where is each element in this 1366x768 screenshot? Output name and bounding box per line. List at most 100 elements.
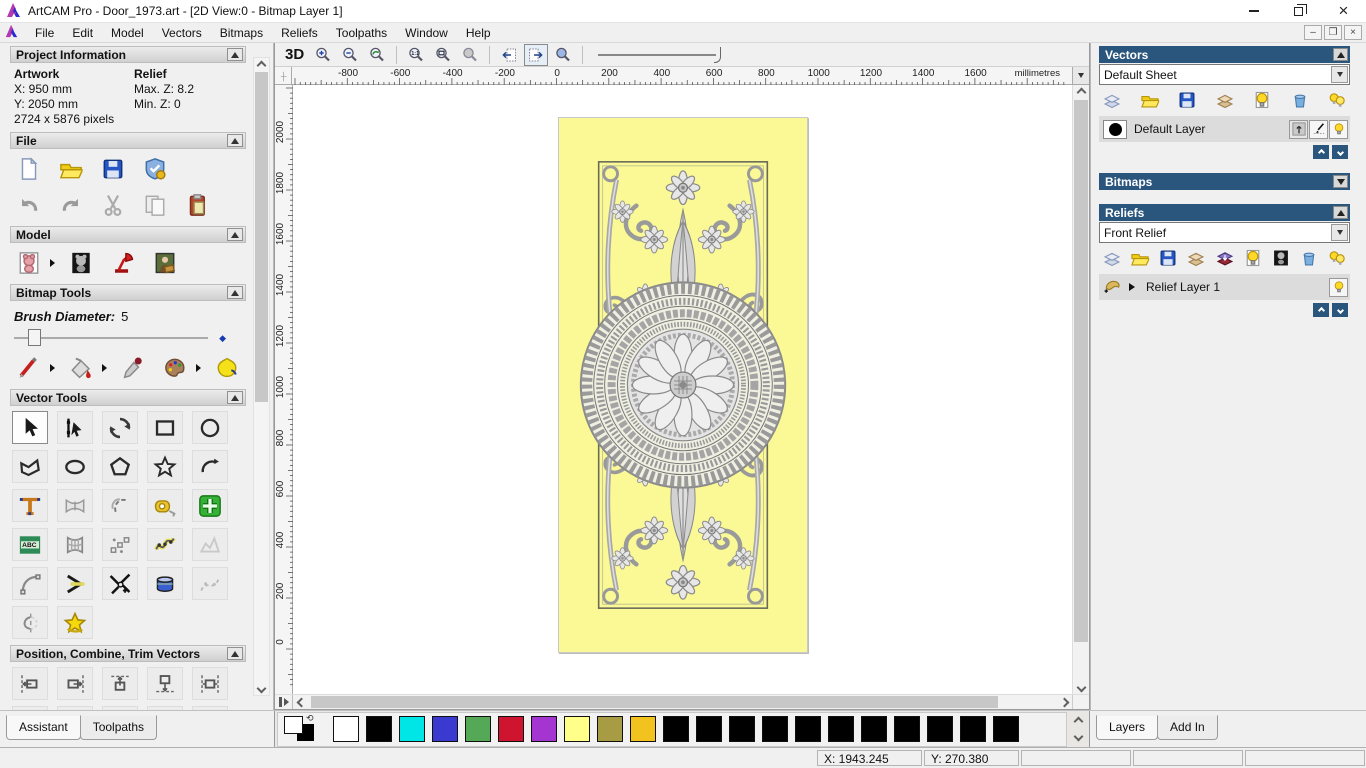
brush-diameter-slider[interactable]: ◆ <box>10 328 238 348</box>
collapse-button[interactable] <box>1333 48 1348 61</box>
zoom-1to1-button[interactable]: 1:1 <box>404 44 428 66</box>
layer-colour-swatch[interactable] <box>1103 119 1127 139</box>
envelope-tool-button[interactable] <box>57 528 93 561</box>
zoom-object-button[interactable] <box>458 44 482 66</box>
paste-button[interactable] <box>180 190 213 220</box>
vector-layer-new-button[interactable] <box>1101 90 1123 110</box>
polyline-tool-button[interactable] <box>12 450 48 483</box>
restore-button[interactable] <box>1276 0 1321 22</box>
align-top-d-button[interactable] <box>102 706 138 710</box>
mdi-close-button[interactable]: × <box>1344 25 1362 40</box>
tab-assistant[interactable]: Assistant <box>6 715 81 740</box>
relief-greyscale-button[interactable] <box>1270 248 1292 268</box>
colour-swatch-3[interactable] <box>432 716 458 742</box>
set-model-size-flyout-icon[interactable] <box>50 259 55 267</box>
flood-fill-tool-flyout-icon[interactable] <box>102 364 107 372</box>
text-block-tool-button[interactable]: ABC <box>12 528 48 561</box>
copy-button[interactable] <box>138 190 171 220</box>
colour-swatch-19[interactable] <box>960 716 986 742</box>
colour-swatch-20[interactable] <box>993 716 1019 742</box>
zoom-fit-button[interactable] <box>431 44 455 66</box>
star-tool-button[interactable] <box>147 450 183 483</box>
trim-tool-button[interactable] <box>102 567 138 600</box>
circle-tool-button[interactable] <box>192 411 228 444</box>
vector-layer-open-button[interactable] <box>1139 90 1161 110</box>
mdi-restore-button[interactable]: ❐ <box>1324 25 1342 40</box>
scroll-up-icon[interactable] <box>254 58 269 72</box>
dropdown-arrow-icon[interactable] <box>1331 66 1348 83</box>
polygon-tool-button[interactable] <box>102 450 138 483</box>
scroll-down-icon[interactable] <box>1073 680 1089 694</box>
collapse-button[interactable] <box>1333 206 1348 219</box>
vector-layer-save-button[interactable] <box>1176 90 1198 110</box>
relief-layers-visibility-all-button[interactable] <box>1326 248 1348 268</box>
tab-toolpaths[interactable]: Toolpaths <box>79 715 158 740</box>
scroll-up-icon[interactable] <box>1073 85 1089 99</box>
measure-tool-button[interactable] <box>147 489 183 522</box>
load-image-button[interactable] <box>148 248 181 278</box>
zoom-out-button[interactable] <box>338 44 362 66</box>
vertical-scrollbar[interactable] <box>1072 85 1089 695</box>
model-properties-button[interactable] <box>138 154 171 184</box>
menu-reliefs[interactable]: Reliefs <box>272 24 327 42</box>
relief-layer-open-button[interactable] <box>1129 248 1151 268</box>
offset-tool-button[interactable] <box>102 489 138 522</box>
collapse-button[interactable] <box>227 48 243 61</box>
collapse-button[interactable] <box>227 286 243 299</box>
menu-toolpaths[interactable]: Toolpaths <box>327 24 396 42</box>
zoom-previous-button[interactable] <box>365 44 389 66</box>
paint-selected-tool-button[interactable] <box>210 353 243 383</box>
layer-up-button[interactable] <box>1313 145 1329 159</box>
menu-bitmaps[interactable]: Bitmaps <box>211 24 272 42</box>
colour-swatch-6[interactable] <box>531 716 557 742</box>
text-tool-button[interactable] <box>12 489 48 522</box>
relief-transfer-button[interactable] <box>1214 248 1236 268</box>
collapse-button[interactable] <box>227 228 243 241</box>
collapse-button[interactable] <box>227 391 243 404</box>
primary-secondary-colour[interactable]: ⟲ <box>282 713 326 744</box>
colour-swatch-4[interactable] <box>465 716 491 742</box>
prev-bitmap-layer-button[interactable] <box>497 44 521 66</box>
scroll-down-icon[interactable] <box>254 681 269 695</box>
layer-down-button[interactable] <box>1332 303 1348 317</box>
blend-spline-tool-button[interactable] <box>192 528 228 561</box>
menu-help[interactable]: Help <box>457 24 500 42</box>
slider-handle[interactable] <box>28 329 41 346</box>
align-bottom-button[interactable] <box>147 667 183 700</box>
mirror-tool-button[interactable] <box>12 606 48 639</box>
layer-up-button[interactable] <box>1313 303 1329 317</box>
layer-down-button[interactable] <box>1332 145 1348 159</box>
expand-button[interactable] <box>1333 175 1348 188</box>
vector-layer-merge-button[interactable] <box>1214 90 1236 110</box>
colour-swatch-5[interactable] <box>498 716 524 742</box>
undo-button[interactable] <box>12 190 45 220</box>
close-button[interactable]: × <box>1321 0 1366 22</box>
colour-palette-tool-flyout-icon[interactable] <box>196 364 201 372</box>
preview-blend-button[interactable] <box>551 44 575 66</box>
bisector-tool-button[interactable] <box>57 567 93 600</box>
transform-tool-button[interactable] <box>102 411 138 444</box>
align-top-b-button[interactable] <box>12 706 48 710</box>
paint-tool-flyout-icon[interactable] <box>50 364 55 372</box>
colour-swatch-1[interactable] <box>366 716 392 742</box>
open-file-button[interactable] <box>54 154 87 184</box>
assistant-scrollbar[interactable] <box>253 57 270 696</box>
primary-colour-swatch[interactable] <box>284 716 303 734</box>
scroll-thumb[interactable] <box>311 696 999 708</box>
vector-layer-visibility-button[interactable] <box>1251 90 1273 110</box>
set-model-size-button[interactable] <box>12 248 45 278</box>
align-left-button[interactable] <box>12 667 48 700</box>
paste-on-wave-tool-button[interactable] <box>147 528 183 561</box>
colour-swatch-10[interactable] <box>663 716 689 742</box>
relief-layer-merge-button[interactable] <box>1185 248 1207 268</box>
paste-along-curve-tool-button[interactable] <box>102 528 138 561</box>
pick-colour-tool-button[interactable] <box>116 353 149 383</box>
colour-swatch-16[interactable] <box>861 716 887 742</box>
vector-sheet-dropdown[interactable]: Default Sheet <box>1099 64 1350 85</box>
horizontal-scrollbar[interactable] <box>275 694 1089 709</box>
redo-button[interactable] <box>54 190 87 220</box>
arc-tool-button[interactable] <box>192 450 228 483</box>
minimize-button[interactable] <box>1231 0 1276 22</box>
vector-layer-row[interactable]: Default Layer <box>1099 116 1350 142</box>
colour-swatch-13[interactable] <box>762 716 788 742</box>
